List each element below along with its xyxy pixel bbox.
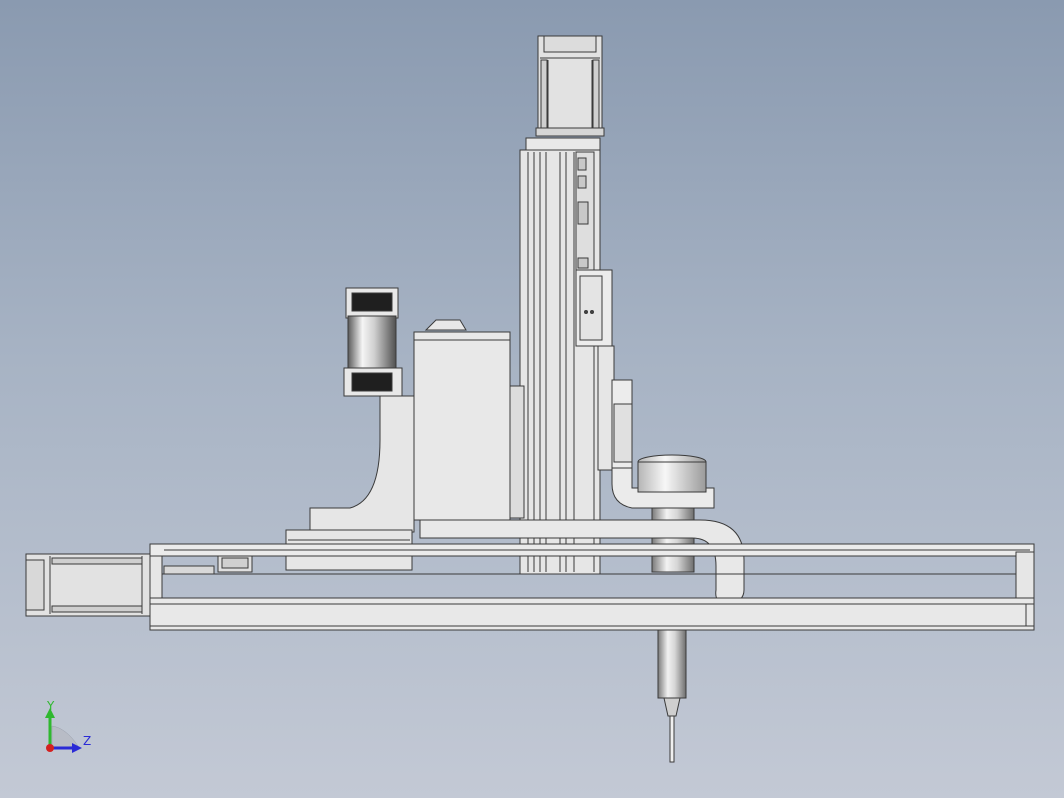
controller-box — [413, 319, 525, 521]
cad-viewport[interactable]: Y Z — [0, 0, 1064, 798]
xyz-stage-assembly-drawing[interactable] — [0, 0, 1064, 798]
y-axis-label: Y — [47, 699, 55, 713]
y-carriage-plate — [575, 269, 613, 347]
z-axis-label: Z — [83, 734, 92, 748]
y-axis-linear-module — [519, 137, 601, 575]
spool-mount — [309, 287, 415, 533]
spindle-tool — [657, 627, 687, 763]
horizontal-axis-motor — [25, 553, 151, 617]
y-axis-motor — [535, 35, 605, 137]
view-orientation-triad — [45, 708, 82, 753]
